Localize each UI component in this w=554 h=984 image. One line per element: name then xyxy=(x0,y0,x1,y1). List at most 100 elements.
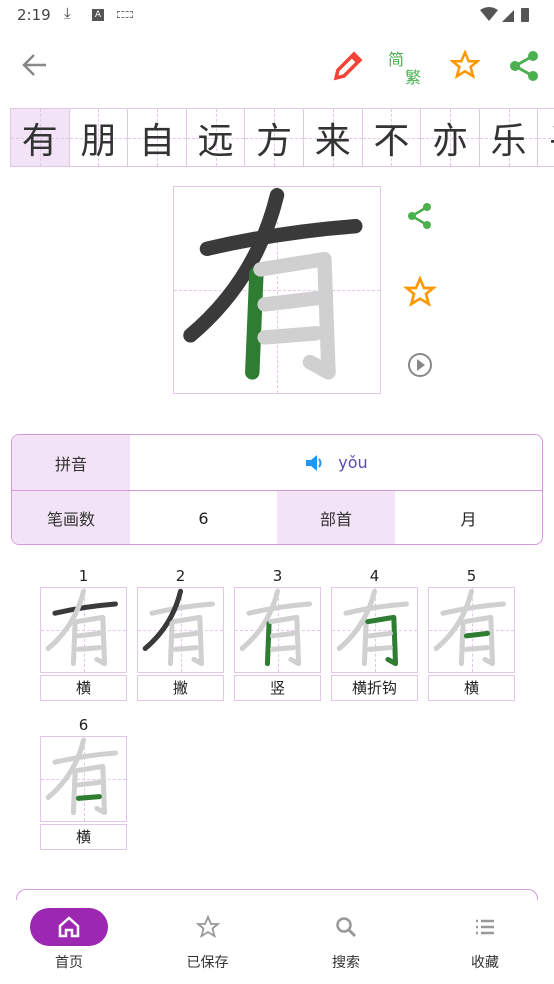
stroke-5 xyxy=(75,630,102,639)
a-badge-icon: A xyxy=(92,9,104,21)
stroke-order-item[interactable]: 1 横 xyxy=(40,567,127,701)
nav-label: 搜索 xyxy=(332,955,360,971)
stroke-order-item[interactable]: 4 横折钩 xyxy=(331,567,418,701)
stroke-name: 横 xyxy=(40,824,127,850)
stroke-box xyxy=(137,587,224,673)
play-animation-icon[interactable] xyxy=(406,351,434,379)
stroke-6 xyxy=(257,326,324,345)
stroke-count-label: 笔画数 xyxy=(12,491,130,544)
home-icon xyxy=(30,908,108,946)
stroke-3 xyxy=(458,620,466,667)
stroke-3 xyxy=(245,266,264,380)
stroke-1 xyxy=(52,750,118,765)
stroke-3 xyxy=(264,620,272,667)
stroke-diagram xyxy=(142,588,215,667)
nav-item-2[interactable]: 搜索 xyxy=(296,908,396,972)
stroke-4 xyxy=(365,614,399,667)
stroke-diagram xyxy=(239,588,312,667)
stroke-diagram xyxy=(433,588,506,667)
pinyin-value: yǒu xyxy=(338,453,368,472)
stroke-order-item[interactable]: 5 横 xyxy=(428,567,515,701)
stroke-name: 横 xyxy=(40,675,127,701)
stroke-5 xyxy=(75,779,102,788)
nav-label: 已保存 xyxy=(186,955,229,971)
stroke-1 xyxy=(52,601,118,616)
pinyin-label: 拼音 xyxy=(12,435,130,490)
stroke-number: 2 xyxy=(175,567,186,585)
favorite-star-icon[interactable] xyxy=(450,50,480,80)
stroke-5 xyxy=(257,291,324,312)
list-icon xyxy=(446,908,524,946)
share-icon[interactable] xyxy=(508,50,540,82)
stroke-6 xyxy=(366,645,393,652)
char-strip-item[interactable]: 不 xyxy=(362,109,422,166)
stroke-4 xyxy=(462,614,496,667)
stroke-box xyxy=(428,587,515,673)
char-strip-item[interactable]: 有 xyxy=(11,109,70,166)
favorite-star-icon[interactable] xyxy=(404,276,436,308)
character-info-table: 拼音 yǒu 笔画数 6 部首 月 xyxy=(11,434,543,545)
char-strip-item[interactable]: 来 xyxy=(303,109,363,166)
stroke-1 xyxy=(440,601,506,616)
stroke-4 xyxy=(74,763,108,816)
speaker-icon[interactable] xyxy=(304,453,324,473)
stroke-5 xyxy=(269,630,296,639)
star-outline-icon xyxy=(169,908,247,946)
stroke-order-item[interactable]: 3 竖 xyxy=(234,567,321,701)
stroke-1 xyxy=(199,218,363,257)
stroke-6 xyxy=(75,645,102,652)
stroke-1 xyxy=(246,601,312,616)
nav-label: 首页 xyxy=(55,955,83,971)
stroke-name: 横 xyxy=(428,675,515,701)
stroke-box xyxy=(234,587,321,673)
character-strip: 有朋自远方来不亦乐乎 xyxy=(10,108,554,167)
stroke-box xyxy=(331,587,418,673)
char-strip-item[interactable]: 乎 xyxy=(538,109,554,166)
search-icon xyxy=(307,908,385,946)
stroke-order-item[interactable]: 6 横 xyxy=(40,716,127,850)
char-strip-item[interactable]: 远 xyxy=(186,109,246,166)
stroke-6 xyxy=(269,645,296,652)
stroke-box xyxy=(40,736,127,822)
char-strip-item[interactable]: 方 xyxy=(245,109,304,166)
stroke-6 xyxy=(463,645,490,652)
char-strip-item[interactable]: 乐 xyxy=(479,109,539,166)
stroke-6 xyxy=(75,794,102,801)
stroke-3 xyxy=(361,620,369,667)
pinyin-cell[interactable]: yǒu xyxy=(130,435,542,490)
nav-item-1[interactable]: 已保存 xyxy=(158,908,258,972)
status-bar: 2:19 ⤓ A xyxy=(0,0,554,30)
nav-item-3[interactable]: 收藏 xyxy=(435,908,535,972)
stroke-4 xyxy=(171,614,205,667)
stroke-5 xyxy=(172,630,199,639)
back-button[interactable] xyxy=(20,52,48,78)
bottom-navigation: 首页 已保存 搜索 收藏 xyxy=(0,900,554,984)
stroke-diagram xyxy=(183,188,363,380)
stroke-1 xyxy=(149,601,215,616)
keyboard-icon xyxy=(117,11,133,18)
radical-value: 月 xyxy=(460,510,477,529)
char-strip-item[interactable]: 朋 xyxy=(69,109,129,166)
stroke-4 xyxy=(74,614,108,667)
clock: 2:19 xyxy=(17,6,51,24)
stroke-order-item[interactable]: 2 撇 xyxy=(137,567,224,701)
char-strip-item[interactable]: 亦 xyxy=(421,109,480,166)
stroke-name: 竖 xyxy=(234,675,321,701)
char-strip-item[interactable]: 自 xyxy=(128,109,187,166)
battery-charging-icon xyxy=(521,8,529,22)
share-icon[interactable] xyxy=(406,202,434,230)
signal-icon xyxy=(502,10,514,22)
stroke-number: 3 xyxy=(272,567,283,585)
stroke-3 xyxy=(70,769,78,816)
stroke-name: 横折钩 xyxy=(331,675,418,701)
stroke-1 xyxy=(343,601,409,616)
simplified-traditional-toggle[interactable]: 简 繁 xyxy=(388,46,424,87)
stroke-diagram xyxy=(45,737,118,816)
stroke-number: 6 xyxy=(78,716,89,734)
edit-pencil-icon[interactable] xyxy=(332,50,364,82)
stroke-number: 5 xyxy=(466,567,477,585)
stroke-5 xyxy=(366,630,393,639)
stroke-6 xyxy=(172,645,199,652)
radical-label: 部首 xyxy=(277,491,395,544)
nav-item-0[interactable]: 首页 xyxy=(19,908,119,972)
